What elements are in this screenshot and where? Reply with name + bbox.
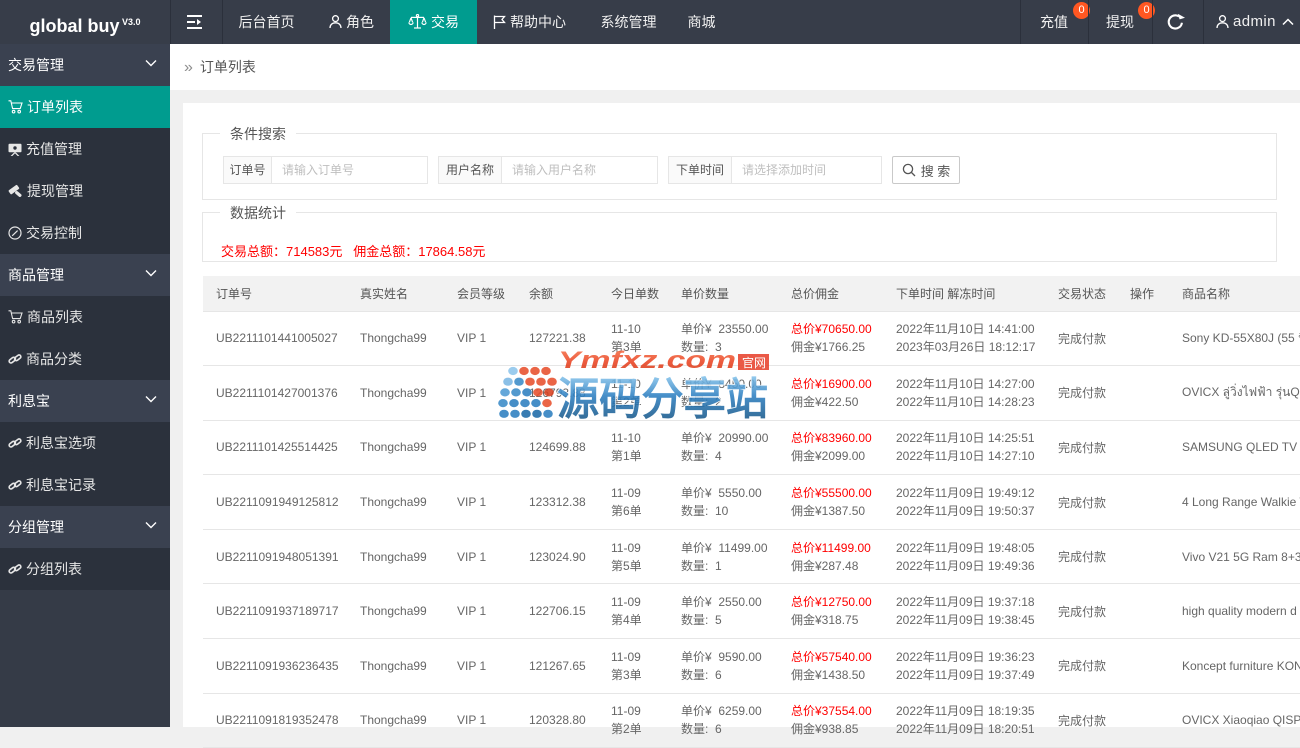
svg-text:Ymfxz.com: Ymfxz.com — [558, 347, 736, 374]
svg-text:源码分享站: 源码分享站 — [557, 375, 768, 423]
svg-text:官网: 官网 — [742, 355, 766, 370]
